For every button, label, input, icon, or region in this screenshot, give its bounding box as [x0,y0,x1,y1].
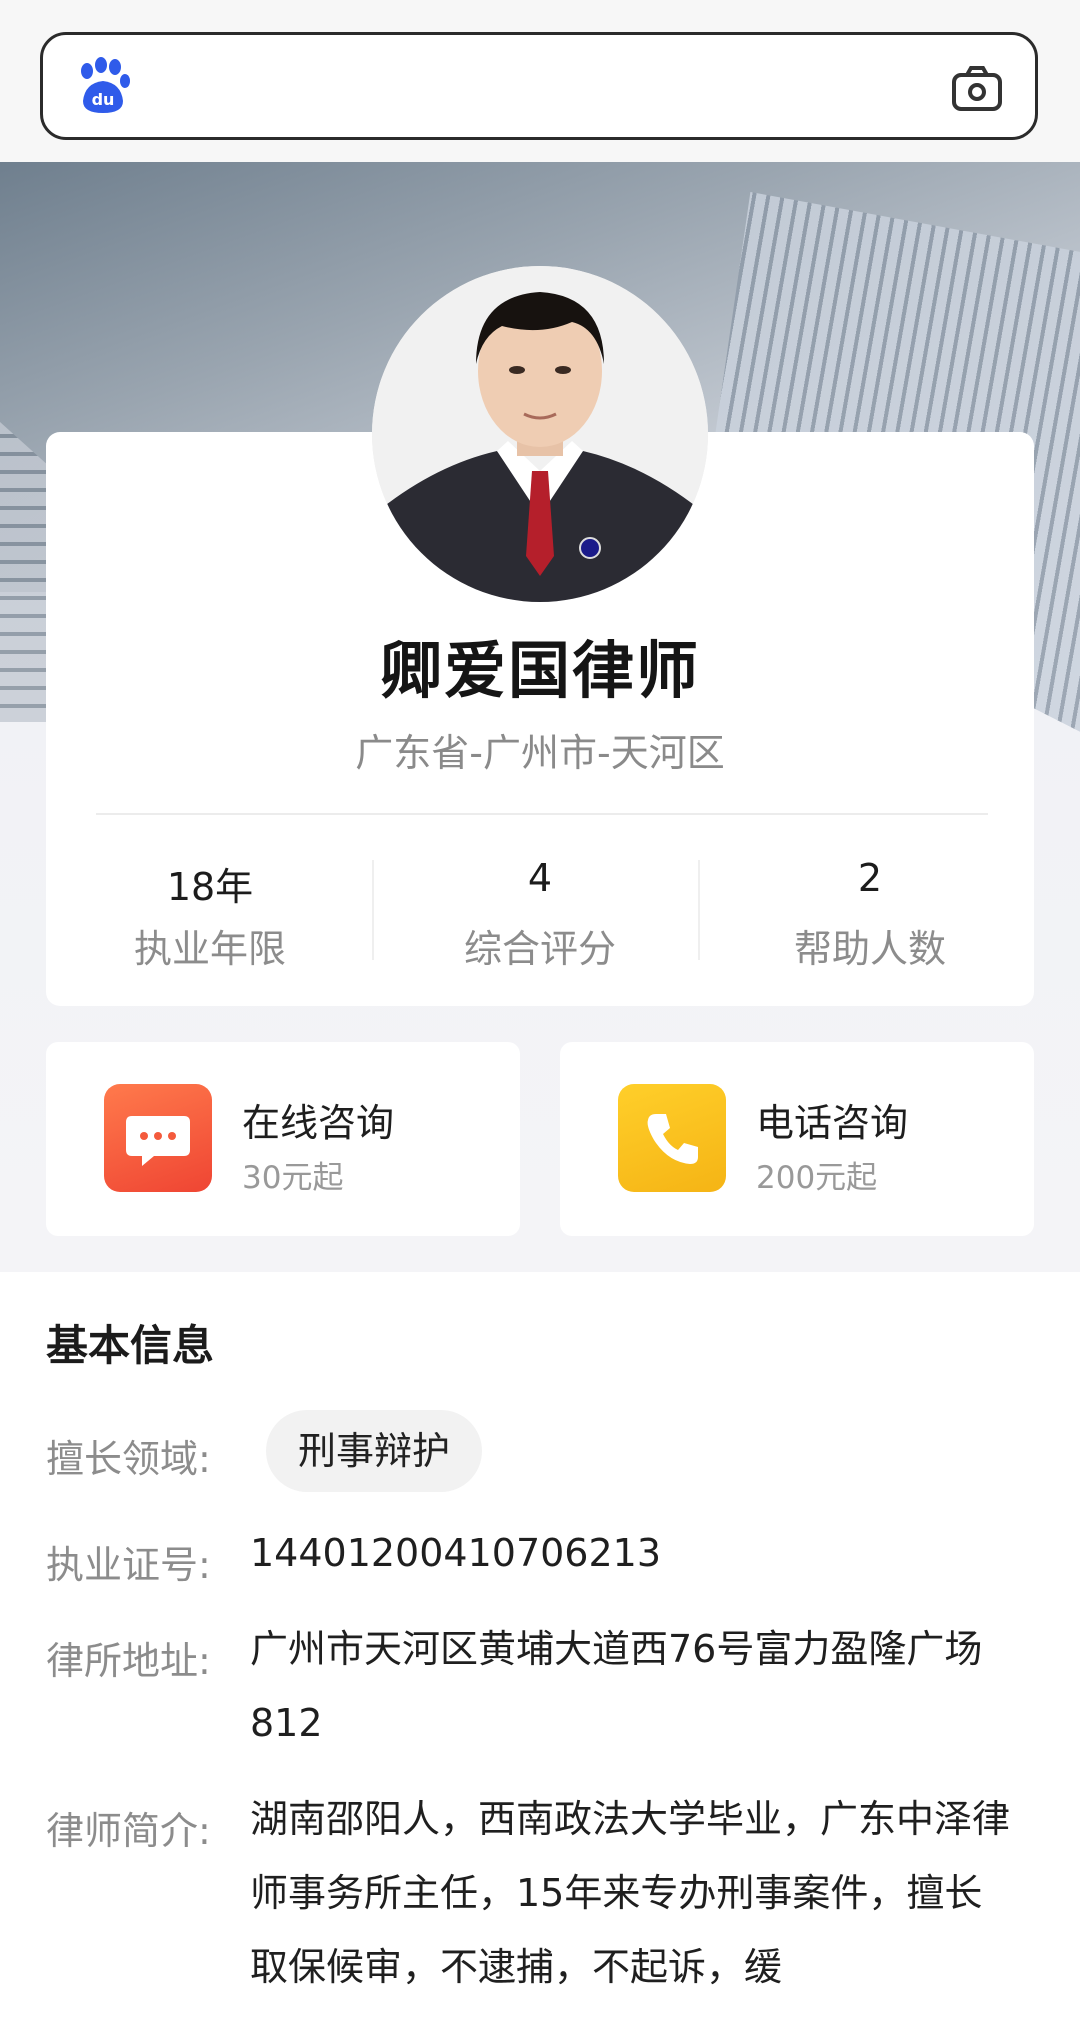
phone-icon [618,1084,726,1192]
stat-divider [698,860,700,960]
lawyer-name: 卿爱国律师 [379,634,700,707]
section-title: 基本信息 [46,1321,215,1370]
stat-label: 综合评分 [463,927,616,971]
license-label: 执业证号: [46,1543,211,1587]
consult-title: 在线咨询 [242,1101,395,1145]
stat-value: 4 [527,856,553,900]
consult-title: 电话咨询 [756,1101,909,1145]
address-label: 律所地址: [46,1639,211,1683]
svg-text:du: du [92,90,115,109]
stat-years: 18年 执业年限 [60,856,360,973]
consult-price: 200元起 [756,1160,878,1196]
intro-value: 湖南邵阳人，西南政法大学毕业，广东中泽律师事务所主任，15年来专办刑事案件，擅长… [250,1797,1011,1989]
field-tag[interactable]: 刑事辩护 [266,1410,483,1492]
lawyer-region: 广东省-广州市-天河区 [355,731,725,775]
online-consult-button[interactable]: 在线咨询 30元起 [46,1042,520,1236]
stat-value: 18年 [166,865,254,909]
stat-value: 2 [857,856,883,900]
consult-price: 30元起 [242,1160,344,1196]
lawyer-avatar [372,266,708,602]
phone-consult-button[interactable]: 电话咨询 200元起 [560,1042,1034,1236]
intro-label: 律师简介: [46,1809,211,1853]
stat-rating: 4 综合评分 [390,856,690,973]
search-bar[interactable]: du [40,32,1038,140]
top-bar: du [0,0,1080,162]
address-value: 广州市天河区黄埔大道西76号富力盈隆广场812 [250,1627,983,1745]
divider [96,813,988,815]
stat-helped: 2 帮助人数 [720,856,1020,973]
license-value: 14401200410706213 [250,1531,662,1575]
chat-bubble-icon [104,1084,212,1192]
lawyer-photo [372,266,708,602]
stat-label: 帮助人数 [793,927,946,971]
field-label: 擅长领域: [46,1437,211,1481]
basic-info-section: 基本信息 擅长领域: 刑事辩护 执业证号: 14401200410706213 … [0,1272,1080,2019]
stat-divider [372,860,374,960]
stat-label: 执业年限 [133,927,286,971]
camera-icon[interactable] [951,65,1003,113]
baidu-paw-icon[interactable]: du [73,57,133,117]
